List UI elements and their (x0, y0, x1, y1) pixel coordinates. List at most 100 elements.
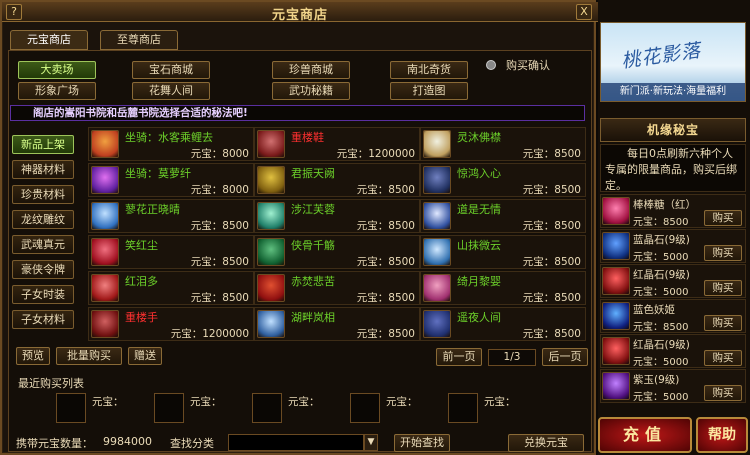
item-cell[interactable]: 君振天阙 元宝：8500 (254, 163, 420, 197)
promo-banner[interactable]: 桃花影落 新门派·新玩法·海量福利 (600, 22, 746, 102)
tab-supreme-shop[interactable]: 至尊商店 (100, 30, 178, 50)
secret-treasure-title: 机缘秘宝 (600, 118, 746, 142)
chevron-down-icon[interactable]: ▼ (364, 434, 378, 451)
bulk-buy-button[interactable]: 批量购买 (56, 347, 122, 365)
title-bar: ? 元宝商店 X (2, 2, 598, 23)
close-icon[interactable]: X (576, 4, 592, 20)
sidebar-tab[interactable]: 龙纹雕纹 (12, 210, 74, 229)
help-button[interactable]: 帮助 (696, 417, 748, 453)
prev-page-button[interactable]: 前一页 (436, 348, 482, 366)
item-cell[interactable]: 涉江芙蓉 元宝：8500 (254, 199, 420, 233)
category-button[interactable]: 花舞人间 (132, 82, 210, 100)
recent-item-slot[interactable] (154, 393, 184, 423)
buy-button[interactable]: 购买 (704, 385, 742, 401)
sidebar-tab[interactable]: 武魂真元 (12, 235, 74, 254)
robe-icon[interactable] (257, 310, 285, 338)
robe-icon[interactable] (423, 274, 451, 302)
purple-jade-icon[interactable] (602, 372, 630, 400)
exchange-yuanbao-button[interactable]: 兑换元宝 (508, 434, 584, 452)
purchase-confirm-radio[interactable] (486, 60, 496, 70)
item-name: 道是无情 (457, 203, 501, 216)
category-button[interactable]: 珍兽商城 (272, 61, 350, 79)
buy-button[interactable]: 购买 (704, 245, 742, 261)
red-gem-icon[interactable] (602, 337, 630, 365)
secret-item-price: 元宝：8500 (633, 217, 689, 228)
sidebar-tab[interactable]: 豪侠令牌 (12, 260, 74, 279)
item-name: 重楼手 (125, 311, 158, 324)
item-cell[interactable]: 蓼花正晓晴 元宝：8500 (88, 199, 254, 233)
item-cell[interactable]: 山抹微云 元宝：8500 (420, 235, 586, 269)
red-gem-icon[interactable] (602, 267, 630, 295)
next-page-button[interactable]: 后一页 (542, 348, 588, 366)
robe-icon[interactable] (91, 238, 119, 266)
blue-rose-icon[interactable] (602, 302, 630, 330)
sidebar-tab[interactable]: 新品上架 (12, 135, 74, 154)
item-cell[interactable]: 坐骑：水客乘鲤去 元宝：8000 (88, 127, 254, 161)
fish-mount-icon[interactable] (91, 130, 119, 158)
item-price: 元宝：1200000 (336, 148, 415, 160)
item-cell[interactable]: 赤焚悲苦 元宝：8500 (254, 271, 420, 305)
robe-icon[interactable] (257, 202, 285, 230)
recent-item-slot[interactable] (56, 393, 86, 423)
sidebar-tab[interactable]: 子女时装 (12, 285, 74, 304)
recent-item-slot[interactable] (448, 393, 478, 423)
item-price: 元宝：8500 (356, 328, 415, 340)
item-name: 赤焚悲苦 (291, 275, 335, 288)
lollipop-icon[interactable] (602, 197, 630, 225)
item-cell[interactable]: 绮月黎婴 元宝：8500 (420, 271, 586, 305)
item-price: 元宝：8500 (356, 220, 415, 232)
tab-yuanbao-shop[interactable]: 元宝商店 (10, 30, 88, 50)
category-button[interactable]: 南北奇货 (390, 61, 468, 79)
buy-button[interactable]: 购买 (704, 315, 742, 331)
boots-icon[interactable] (257, 130, 285, 158)
search-input[interactable] (228, 434, 364, 451)
item-price: 元宝：8000 (190, 184, 249, 196)
gift-button[interactable]: 赠送 (128, 347, 162, 365)
robe-icon[interactable] (423, 130, 451, 158)
robe-icon[interactable] (91, 202, 119, 230)
item-cell[interactable]: 坐骑：莫萝纤 元宝：8000 (88, 163, 254, 197)
robe-icon[interactable] (257, 166, 285, 194)
robe-icon[interactable] (91, 274, 119, 302)
item-cell[interactable]: 笑红尘 元宝：8500 (88, 235, 254, 269)
item-cell[interactable]: 灵沐佛襟 元宝：8500 (420, 127, 586, 161)
category-button[interactable]: 大卖场 (18, 61, 96, 79)
category-button[interactable]: 打造图 (390, 82, 468, 100)
buy-button[interactable]: 购买 (704, 350, 742, 366)
robe-icon[interactable] (423, 202, 451, 230)
recent-item-slot[interactable] (350, 393, 380, 423)
buy-button[interactable]: 购买 (704, 210, 742, 226)
item-cell[interactable]: 重楼鞋 元宝：1200000 (254, 127, 420, 161)
item-cell[interactable]: 遥夜人间 元宝：8500 (420, 307, 586, 341)
glove-icon[interactable] (91, 310, 119, 338)
buy-button[interactable]: 购买 (704, 280, 742, 296)
item-cell[interactable]: 道是无情 元宝：8500 (420, 199, 586, 233)
purchase-confirm-label: 购买确认 (506, 59, 550, 72)
item-cell[interactable]: 红泪多 元宝：8500 (88, 271, 254, 305)
butterfly-mount-icon[interactable] (91, 166, 119, 194)
robe-icon[interactable] (257, 238, 285, 266)
search-button[interactable]: 开始查找 (394, 434, 450, 452)
category-button[interactable]: 形象广场 (18, 82, 96, 100)
item-cell[interactable]: 侠骨千觞 元宝：8500 (254, 235, 420, 269)
robe-icon[interactable] (423, 166, 451, 194)
item-cell[interactable]: 惊鸿入心 元宝：8500 (420, 163, 586, 197)
preview-button[interactable]: 预览 (16, 347, 50, 365)
secret-item-name: 蓝色妖姬 (633, 304, 675, 316)
currency-value: 9984000 (103, 435, 152, 448)
robe-icon[interactable] (423, 310, 451, 338)
category-button[interactable]: 武功秘籍 (272, 82, 350, 100)
blue-gem-icon[interactable] (602, 232, 630, 260)
recent-item-slot[interactable] (252, 393, 282, 423)
sidebar-tab[interactable]: 子女材料 (12, 310, 74, 329)
robe-icon[interactable] (257, 274, 285, 302)
category-button[interactable]: 宝石商城 (132, 61, 210, 79)
item-price: 元宝：8500 (522, 292, 581, 304)
recharge-button[interactable]: 充值 (598, 417, 692, 453)
sidebar-tab[interactable]: 珍贵材料 (12, 185, 74, 204)
robe-icon[interactable] (423, 238, 451, 266)
item-cell[interactable]: 重楼手 元宝：1200000 (88, 307, 254, 341)
item-cell[interactable]: 湖畔岚相 元宝：8500 (254, 307, 420, 341)
page-indicator: 1/3 (488, 349, 536, 366)
sidebar-tab[interactable]: 神器材料 (12, 160, 74, 179)
